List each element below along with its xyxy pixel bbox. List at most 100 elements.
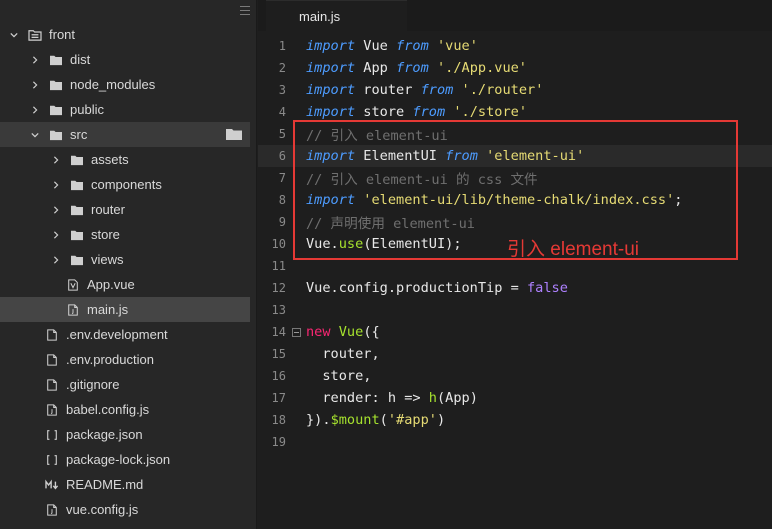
tree-folder-assets[interactable]: assets — [0, 147, 250, 172]
folder-icon — [69, 178, 85, 192]
tree-file-app-vue[interactable]: App.vue — [0, 272, 250, 297]
code-line[interactable]: 19 — [258, 431, 772, 453]
chevron-right-icon[interactable] — [30, 54, 40, 66]
code-line[interactable]: 15 router, — [258, 343, 772, 365]
code-line[interactable]: 18 }).$mount('#app') — [258, 409, 772, 431]
folder-icon — [48, 53, 64, 67]
chevron-right-icon[interactable] — [51, 254, 61, 266]
tab-main-js[interactable]: main.js — [266, 0, 407, 31]
tree-file-env-development[interactable]: .env.development — [0, 322, 250, 347]
code-token: router, — [306, 346, 380, 362]
tree-folder-dist[interactable]: dist — [0, 47, 250, 72]
code-text: new Vue({ — [304, 324, 380, 340]
annotation-label: 引入 element-ui — [507, 239, 639, 260]
tree-folder-src[interactable]: src — [0, 122, 250, 147]
code-token: (App) — [436, 390, 478, 406]
tree-file-package-lock-json[interactable]: package-lock.json — [0, 447, 250, 472]
tree-root-front[interactable]: front — [0, 22, 250, 47]
file-icon — [44, 328, 60, 342]
code-text: import router from './router' — [304, 82, 543, 98]
tree-item-label: package.json — [66, 427, 143, 442]
chevron-right-icon[interactable] — [30, 104, 40, 116]
code-token: render: h => — [306, 390, 429, 406]
code-line[interactable]: 3 import router from './router' — [258, 79, 772, 101]
chevron-right-icon[interactable] — [30, 79, 40, 91]
fold-gutter — [288, 431, 304, 453]
folder-icon — [226, 128, 242, 140]
code-token: Vue.config.productionTip = — [306, 280, 527, 296]
tree-item-label: .gitignore — [66, 377, 120, 392]
code-text: render: h => h(App) — [304, 390, 478, 406]
tree-file-main-js[interactable]: main.js — [0, 297, 250, 322]
line-number: 18 — [271, 413, 286, 427]
line-number: 1 — [278, 39, 286, 53]
fold-gutter — [288, 35, 304, 57]
code-line[interactable]: 1 import Vue from 'vue' — [258, 35, 772, 57]
tree-file-package-json[interactable]: package.json — [0, 422, 250, 447]
tree-folder-store[interactable]: store — [0, 222, 250, 247]
tree-folder-router[interactable]: router — [0, 197, 250, 222]
code-text: import App from './App.vue' — [304, 60, 527, 76]
tree-file-gitignore[interactable]: .gitignore — [0, 372, 250, 397]
tree-folder-components[interactable]: components — [0, 172, 250, 197]
tree-file-babel-config-js[interactable]: babel.config.js — [0, 397, 250, 422]
folder-icon — [69, 153, 85, 167]
code-token: h — [428, 390, 437, 406]
chevron-down-icon[interactable] — [30, 129, 40, 141]
code-token: store — [355, 104, 413, 120]
code-line[interactable]: 14 new Vue({ — [258, 321, 772, 343]
code-editor[interactable]: 1 import Vue from 'vue' 2 import App from '… — [258, 31, 772, 529]
code-line[interactable]: 2 import App from './App.vue' — [258, 57, 772, 79]
tree-file-vue-config-js[interactable]: vue.config.js — [0, 497, 250, 522]
tree-file-env-production[interactable]: .env.production — [0, 347, 250, 372]
file-explorer-sidebar: front dist node_modulespublic src assets com… — [0, 0, 257, 529]
chevron-down-icon[interactable] — [9, 29, 19, 41]
tree-item-label: README.md — [66, 477, 144, 492]
code-line[interactable]: 12 Vue.config.productionTip = false — [258, 277, 772, 299]
tree-item-label: App.vue — [87, 277, 135, 292]
code-line[interactable]: 13 — [258, 299, 772, 321]
chevron-right-icon[interactable] — [51, 229, 61, 241]
line-number: 7 — [278, 171, 286, 185]
sidebar-menu-icon[interactable] — [240, 6, 250, 15]
tree-folder-node-modules[interactable]: node_modules — [0, 72, 250, 97]
fold-gutter — [288, 299, 304, 321]
code-line[interactable]: 17 render: h => h(App) — [258, 387, 772, 409]
code-token: new — [306, 324, 331, 340]
chevron-right-icon[interactable] — [51, 204, 61, 216]
code-token: router — [355, 82, 421, 98]
code-text: import store from './store' — [304, 104, 527, 120]
chevron-right-icon[interactable] — [51, 154, 61, 166]
tree-item-label: node_modules — [70, 77, 156, 92]
tree-item-label: main.js — [87, 302, 129, 317]
code-token: 'vue' — [436, 38, 478, 54]
js-file-icon — [65, 303, 81, 317]
code-token: Vue — [355, 38, 397, 54]
line-number: 13 — [271, 303, 286, 317]
fold-toggle-icon[interactable] — [288, 321, 304, 343]
code-token: './router' — [461, 82, 544, 98]
tree-file-readme-md[interactable]: README.md — [0, 472, 250, 497]
tree-item-label: vue.config.js — [66, 502, 139, 517]
tree-folder-views[interactable]: views — [0, 247, 250, 272]
folder-icon — [69, 228, 85, 242]
code-text: Vue.config.productionTip = false — [304, 280, 568, 296]
tree-folder-public[interactable]: public — [0, 97, 250, 122]
code-line[interactable]: 16 store, — [258, 365, 772, 387]
fold-gutter — [288, 387, 304, 409]
folder-icon — [48, 128, 64, 142]
code-text: }).$mount('#app') — [304, 412, 445, 428]
line-number: 11 — [271, 259, 286, 273]
code-token: false — [526, 280, 568, 296]
code-token: ({ — [363, 324, 380, 340]
chevron-right-icon[interactable] — [51, 179, 61, 191]
code-token: from — [396, 60, 429, 76]
js-file-icon — [44, 403, 60, 417]
code-token: ( — [379, 412, 388, 428]
code-token: './App.vue' — [436, 60, 527, 76]
code-token: App — [355, 60, 397, 76]
tree-item-label: public — [70, 102, 104, 117]
code-token: '#app' — [387, 412, 437, 428]
